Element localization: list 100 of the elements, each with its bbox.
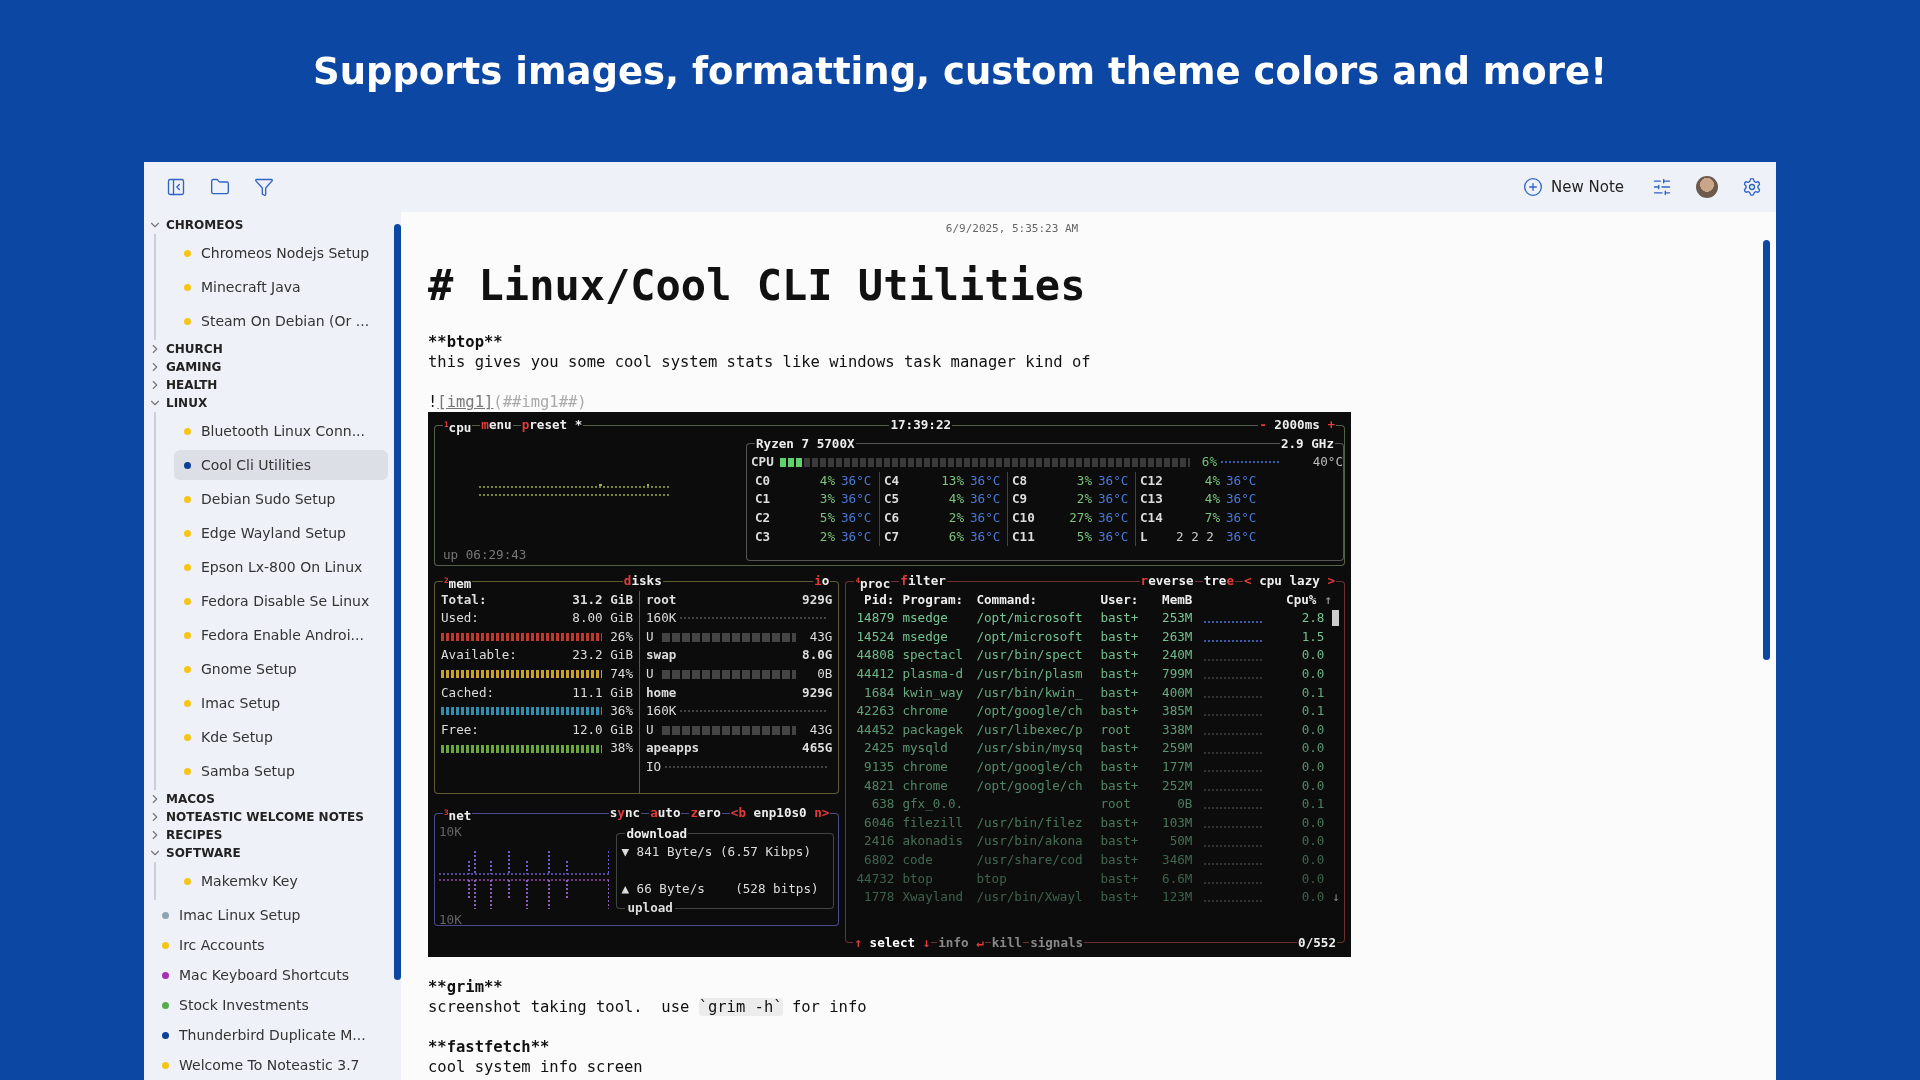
cpu-usage: 0.0	[1300, 739, 1325, 758]
note-item[interactable]: Steam On Debian (Or ...	[174, 306, 388, 336]
note-item[interactable]: Epson Lx-800 On Linux	[174, 552, 388, 582]
core-percent: 5%	[818, 508, 835, 527]
sparkline	[1204, 640, 1265, 643]
panel-tab[interactable]: io	[813, 572, 831, 591]
update-interval[interactable]: - 2000ms +	[1258, 416, 1336, 435]
disk-used-label: U	[646, 720, 654, 739]
note-item[interactable]: Fedora Enable Androi...	[174, 620, 388, 650]
core-name: C12	[1140, 471, 1164, 490]
panel-tab[interactable]: disks	[622, 572, 663, 591]
folder-item[interactable]: RECIPES	[144, 826, 394, 844]
column-header[interactable]: Command:	[976, 590, 1093, 610]
sort-option[interactable]: < cpu lazy >	[1243, 572, 1336, 591]
scrollbar-thumb[interactable]	[1332, 610, 1340, 627]
note-item[interactable]: Debian Sudo Setup	[174, 484, 388, 514]
program-name: code	[902, 850, 934, 869]
net-option[interactable]: auto	[649, 804, 682, 823]
disk-size: 8.0G	[802, 646, 833, 665]
net-option[interactable]: zero	[689, 804, 722, 823]
process-id: 1684	[863, 683, 895, 702]
net-option[interactable]: sync	[608, 804, 642, 823]
note-item[interactable]: Stock Investments	[152, 992, 388, 1018]
note-item[interactable]: Imac Linux Setup	[152, 902, 388, 928]
scrollbar[interactable]	[1763, 240, 1770, 660]
cpu-usage: 2.8	[1300, 609, 1325, 628]
cpu-usage: 0.0	[1300, 869, 1325, 888]
note-item[interactable]: Minecraft Java	[174, 272, 388, 302]
note-item[interactable]: Fedora Disable Se Linux	[174, 586, 388, 616]
column-header[interactable]: User:	[1100, 590, 1145, 610]
new-note-button[interactable]: New Note	[1519, 173, 1628, 201]
note-item[interactable]: Cool Cli Utilities	[174, 450, 388, 480]
panel-tab[interactable]: preset *	[520, 416, 584, 435]
scroll-down-arrow[interactable]: ↓	[1332, 888, 1340, 907]
folder-item[interactable]: CHROMEOS	[144, 216, 394, 234]
core-temperature: 36°C	[970, 490, 1001, 509]
command-path: /opt/google/ch	[976, 757, 1084, 776]
avatar[interactable]	[1696, 176, 1718, 198]
folder-item[interactable]: LINUX	[144, 394, 394, 412]
note-item[interactable]: Imac Setup	[174, 688, 388, 718]
scrollbar[interactable]	[394, 224, 401, 980]
cpu-usage: 0.0	[1300, 720, 1325, 739]
folder-item[interactable]: MACOS	[144, 790, 394, 808]
note-item[interactable]: Makemkv Key	[174, 866, 388, 896]
column-header[interactable]: Program:	[902, 590, 969, 610]
column-header[interactable]: MemB	[1152, 590, 1193, 610]
process-user: bast+	[1100, 627, 1140, 646]
folder-item[interactable]: SOFTWARE	[144, 844, 394, 862]
disk-used: 43G	[808, 627, 833, 646]
note-item[interactable]: Welcome To Noteastic 3.7	[152, 1052, 388, 1078]
note-item[interactable]: Mac Keyboard Shortcuts	[152, 962, 388, 988]
cpu-usage: 0.1	[1300, 795, 1325, 814]
folder-item[interactable]: HEALTH	[144, 376, 394, 394]
note-item[interactable]: Edge Wayland Setup	[174, 518, 388, 548]
core-temperature: 36°C	[1098, 490, 1129, 509]
sparkline	[1204, 770, 1265, 773]
note-item[interactable]: Bluetooth Linux Conn...	[174, 416, 388, 446]
upload-label: upload	[626, 898, 674, 917]
core-temperature: 36°C	[970, 471, 1001, 490]
net-option[interactable]: <b enp10s0 n>	[729, 804, 831, 823]
folder-item[interactable]: CHURCH	[144, 340, 394, 358]
process-user: bast+	[1100, 646, 1140, 665]
memory-percent: 38%	[610, 739, 633, 758]
process-id: 44732	[855, 869, 895, 888]
cpu-usage: 0.0	[1300, 813, 1325, 832]
sparkline	[1204, 695, 1265, 698]
cpu-usage: 0.1	[1300, 702, 1325, 721]
panel-tab[interactable]: $^{3}$net	[443, 804, 473, 823]
note-item[interactable]: Kde Setup	[174, 722, 388, 752]
note-item[interactable]: Irc Accounts	[152, 932, 388, 958]
column-header[interactable]: ↑	[1324, 590, 1335, 610]
note-item[interactable]: Thunderbird Duplicate M...	[152, 1022, 388, 1048]
memory-usage: 263M	[1161, 627, 1193, 646]
note-item[interactable]: Gnome Setup	[174, 654, 388, 684]
sidebar-toggle-icon[interactable]	[166, 177, 186, 197]
memory-label: Available:	[441, 646, 517, 665]
column-header[interactable]: Pid:	[850, 590, 895, 610]
sort-option[interactable]: tree	[1202, 572, 1235, 591]
panel-tab[interactable]: menu	[480, 416, 513, 435]
folder-item[interactable]: NOTEASTIC WELCOME NOTES	[144, 808, 394, 826]
filter-icon[interactable]	[254, 177, 274, 197]
note-item[interactable]: Samba Setup	[174, 756, 388, 786]
sliders-icon[interactable]	[1652, 177, 1672, 197]
disk-used-label: U	[646, 664, 654, 683]
panel-tab[interactable]: $^{2}$mem	[443, 572, 473, 591]
filter-option[interactable]: filter	[899, 572, 947, 591]
column-header[interactable]: Cpu%	[1200, 590, 1317, 610]
core-name: C6	[884, 508, 901, 527]
note-item[interactable]: Chromeos Nodejs Setup	[174, 238, 388, 268]
settings-icon[interactable]	[1742, 177, 1762, 197]
folder-icon[interactable]	[210, 177, 230, 197]
cpu-temperature: 40°C	[1311, 453, 1343, 472]
bold-markup-line: **grim**	[428, 977, 504, 997]
core-name: C11	[1012, 527, 1036, 546]
sort-option[interactable]: reverse	[1139, 572, 1195, 591]
panel-tab[interactable]: $^{4}$proc	[854, 572, 892, 591]
panel-tab[interactable]: $^{1}$cpu	[443, 416, 473, 435]
process-user: bast+	[1100, 869, 1140, 888]
sparkline	[1204, 714, 1265, 717]
folder-item[interactable]: GAMING	[144, 358, 394, 376]
